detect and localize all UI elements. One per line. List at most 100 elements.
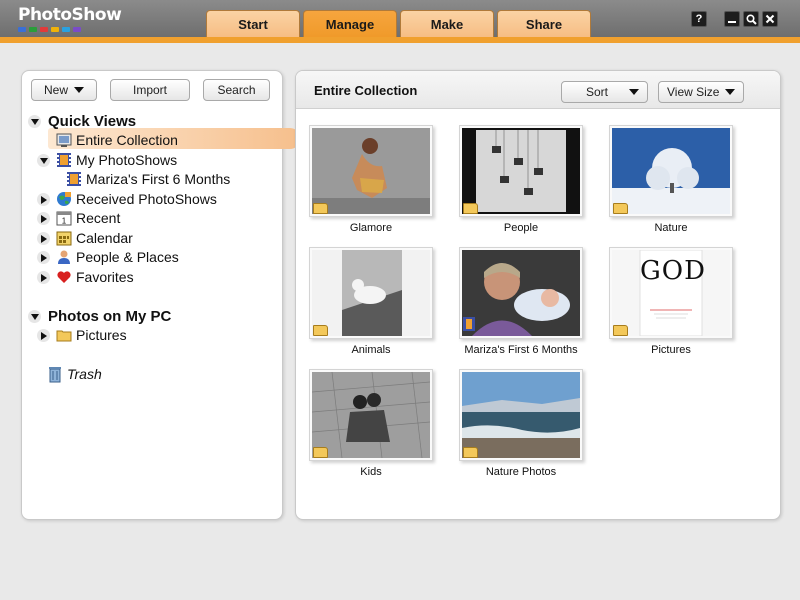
- folder-icon: [56, 327, 72, 343]
- collection-icon: [56, 132, 72, 148]
- album-thumbnail-nature-photos[interactable]: [459, 369, 583, 461]
- expand-toggle-icon[interactable]: [37, 251, 50, 264]
- expand-toggle-icon[interactable]: [37, 212, 50, 225]
- tab-start[interactable]: Start: [206, 10, 300, 37]
- album-label: Nature: [654, 222, 688, 234]
- globe-icon: [56, 191, 72, 207]
- album-label: People: [503, 222, 539, 234]
- tree-item-label: Trash: [67, 365, 102, 382]
- app-logo: PhotoShow: [18, 5, 122, 32]
- tree-item-received-photoshows[interactable]: Received PhotoShows: [56, 189, 217, 208]
- album-thumbnail-glamore[interactable]: [309, 125, 433, 217]
- collection-panel: Entire Collection Sort View Size Glamore: [295, 70, 781, 520]
- expand-toggle-icon[interactable]: [37, 232, 50, 245]
- people-photo: [462, 128, 580, 214]
- view-size-dropdown[interactable]: View Size: [658, 81, 744, 103]
- close-button[interactable]: [762, 11, 778, 27]
- main-tabs: Start Manage Make Share: [206, 10, 591, 37]
- tree-item-label: Entire Collection: [76, 131, 178, 148]
- close-icon: [765, 14, 775, 24]
- page-title: Entire Collection: [314, 83, 418, 98]
- tree-item-entire-collection[interactable]: Entire Collection: [56, 130, 178, 149]
- zoom-button[interactable]: [743, 11, 759, 27]
- photoshow-icon: [463, 317, 475, 336]
- tree-item-label: Received PhotoShows: [76, 190, 217, 207]
- album-label: Kids: [360, 466, 382, 478]
- tab-manage[interactable]: Manage: [303, 10, 397, 37]
- tree-item-label: Favorites: [76, 268, 134, 285]
- tree-item-label: Mariza's First 6 Months: [86, 170, 231, 187]
- recent-calendar-icon: 1: [56, 210, 72, 226]
- tree-item-calendar[interactable]: Calendar: [56, 228, 133, 247]
- chevron-down-icon: [74, 87, 84, 93]
- import-button-label: Import: [132, 83, 167, 97]
- expand-toggle-icon[interactable]: [37, 193, 50, 206]
- tree-item-trash[interactable]: Trash: [47, 364, 102, 383]
- tree-item-recent[interactable]: 1 Recent: [56, 208, 120, 227]
- tree-item-label: My PhotoShows: [76, 151, 178, 168]
- import-button[interactable]: Import: [110, 79, 190, 101]
- folder-icon: [313, 325, 328, 336]
- pictures-thumb-text: GOD: [640, 256, 706, 286]
- album-thumbnail-people[interactable]: [459, 125, 583, 217]
- person-icon: [56, 249, 72, 265]
- tree-item-people-places[interactable]: People & Places: [56, 247, 179, 266]
- title-bar-accent: [0, 37, 800, 43]
- album-label: Glamore: [349, 222, 393, 234]
- animals-photo: [312, 250, 430, 336]
- help-button[interactable]: ?: [691, 11, 707, 27]
- collection-header: Entire Collection Sort View Size: [296, 71, 780, 109]
- folder-icon: [613, 325, 628, 336]
- collapse-toggle-icon[interactable]: [37, 154, 50, 167]
- new-button-label: New: [43, 83, 68, 97]
- tree-item-marizas-first-6-months[interactable]: Mariza's First 6 Months: [66, 169, 230, 188]
- marizas-photo: [462, 250, 580, 336]
- svg-text:1: 1: [62, 216, 67, 225]
- tree-item-label: Calendar: [76, 229, 133, 246]
- new-button[interactable]: New: [31, 79, 97, 101]
- film-icon: [56, 152, 72, 168]
- folder-icon: [313, 447, 328, 458]
- folder-icon: [613, 203, 628, 214]
- app-logo-text: PhotoShow: [18, 5, 122, 25]
- album-thumbnail-animals[interactable]: [309, 247, 433, 339]
- collapse-toggle-icon[interactable]: [28, 310, 41, 323]
- nature-photo: [612, 128, 730, 214]
- album-label: Mariza's First 6 Months: [464, 344, 578, 356]
- album-label: Animals: [351, 344, 391, 356]
- tab-share[interactable]: Share: [497, 10, 591, 37]
- quick-views-heading: Quick Views: [48, 113, 137, 130]
- search-button-label: Search: [217, 83, 256, 97]
- search-button[interactable]: Search: [203, 79, 270, 101]
- calendar-icon: [56, 230, 72, 246]
- folder-icon: [463, 447, 478, 458]
- film-icon: [66, 171, 82, 187]
- photoshow-thumbnail-marizas-first-6-months[interactable]: [459, 247, 583, 339]
- tree-item-my-photoshows[interactable]: My PhotoShows: [56, 150, 177, 169]
- album-thumbnail-pictures[interactable]: GOD: [609, 247, 733, 339]
- folder-icon: [313, 203, 328, 214]
- tree-item-label: People & Places: [76, 248, 179, 265]
- collapse-toggle-icon[interactable]: [28, 115, 41, 128]
- tree-item-label: Pictures: [76, 326, 127, 343]
- minimize-button[interactable]: [724, 11, 740, 27]
- sort-dropdown[interactable]: Sort: [561, 81, 648, 103]
- view-size-label: View Size: [667, 85, 720, 99]
- album-thumbnail-kids[interactable]: [309, 369, 433, 461]
- chevron-down-icon: [629, 89, 639, 95]
- minimize-icon: [728, 21, 736, 23]
- album-thumbnail-nature[interactable]: [609, 125, 733, 217]
- trash-icon: [47, 366, 63, 382]
- kids-photo: [312, 372, 430, 458]
- tree-item-favorites[interactable]: Favorites: [56, 267, 134, 286]
- tab-make[interactable]: Make: [400, 10, 494, 37]
- expand-toggle-icon[interactable]: [37, 271, 50, 284]
- heart-icon: [56, 269, 72, 285]
- tree-item-pictures[interactable]: Pictures: [56, 325, 127, 344]
- chevron-down-icon: [725, 89, 735, 95]
- expand-toggle-icon[interactable]: [37, 329, 50, 342]
- left-panel: New Import Search Quick Views Entire Col…: [21, 70, 300, 520]
- album-label: Pictures: [651, 344, 691, 356]
- sort-label: Sort: [586, 85, 609, 99]
- album-label: Nature Photos: [485, 466, 557, 478]
